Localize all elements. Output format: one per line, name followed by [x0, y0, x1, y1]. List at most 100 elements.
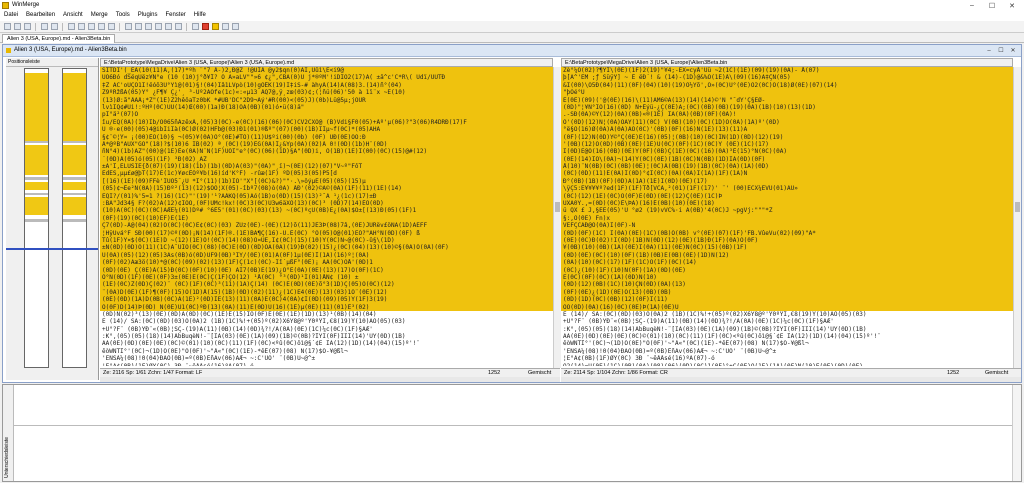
- text-line[interactable]: §¢¨©¦Ÿ¤ ¡(00)ËÓ(10)§ ¬(05)¥(0A)Ö°(0E)#TÔ…: [100, 133, 553, 141]
- first-diff-icon[interactable]: [87, 23, 95, 30]
- text-line[interactable]: E (14)/ ŠA:(0C)(0D)(03)Ô(0A)2 (1B)(1C)%!…: [100, 318, 553, 325]
- filter-icon[interactable]: [221, 23, 229, 30]
- text-line[interactable]: Ç7(0D)-Ä@(04)(02)Ó(0C)(0C)E¢(0C)(03) ZÜz…: [100, 222, 553, 230]
- left-vertical-scrollbar[interactable]: [553, 67, 561, 368]
- text-line[interactable]: (0C)(12)(1E)(0C)Ò(0F)Ê(0D)(0E)(12)Ç(0E)(…: [561, 192, 1013, 201]
- text-line[interactable]: AA(0E)(0D)(0E)(0E)(0C)©(01)(10)(0C)(11)(…: [561, 333, 1013, 340]
- text-line[interactable]: ÛÒ6Ðó dŠëqÜëz¥Ñ°e (10 (10)j°ð¥Ï? Ô A»aLV…: [100, 74, 553, 82]
- text-line[interactable]: ÓÖ(0D)(0A)(16)(0C)(0E)Þ(1A)(0E)Ü: [561, 303, 1013, 311]
- text-line[interactable]: (0E)(14)ÌÔ\(0A)¬(14)Ý(0C)(0E)(1B)(0C)Ñ(0…: [561, 155, 1013, 164]
- text-line[interactable]: Ð°(0B)(1B)(0F)(0D)Ã(1A)(1E)Ì(0D)(0E)(17): [561, 177, 1013, 186]
- text-line[interactable]: "þÒé°Û: [561, 89, 1013, 97]
- text-line[interactable]: îu/EQ(0A)(10)Ib/Ó065ñÃzêxÄ,(05)3(0C)-e(0…: [100, 118, 553, 127]
- text-line[interactable]: pÍ°ä²(07)Ò: [100, 111, 553, 119]
- right-vertical-scrollbar[interactable]: [1013, 67, 1021, 368]
- text-line[interactable]: \ÿÇ5:E¥¥¥¥º?ed(1F)(1F)Tð[VCÃ,²(01)(1F)(1…: [561, 185, 1013, 193]
- current-diff-icon[interactable]: [97, 23, 105, 30]
- text-line[interactable]: (0D)(12)(0B)(1C)(10)ÇÑ(0D)(0A)(13): [561, 281, 1013, 289]
- text-line[interactable]: (1E)(0C)Z(0D)Ç(02)¨ (0C)(1F)(0C)³(11)(1A…: [100, 281, 553, 289]
- text-line[interactable]: (13)Ø:ã"ÄÃÄ¡*Z"(1E)Ž2hêöaTz0bK *#ÛB'DC"2…: [100, 96, 553, 104]
- text-line[interactable]: ü QX £ J,§ÉÉ(05)'U °ø2 (19)vVC%·i A(0B)'…: [561, 207, 1013, 215]
- new-icon[interactable]: [3, 23, 11, 30]
- text-line[interactable]: þ[A^'ÈM ;ƒ ŠüÿŸ] ~ Ë ëÐ´! & (14)-(1D)@&%…: [561, 74, 1013, 82]
- text-line[interactable]: (10)Ã(0C)(0C)(0C)ÀÆE¼(01)Dº# °6Ë5'(01)(0…: [100, 207, 553, 215]
- right-horizontal-scrollbar[interactable]: [561, 377, 1021, 382]
- copy-right-icon[interactable]: [124, 23, 132, 30]
- tab-document[interactable]: Alien 3 (USA, Europe).md - Alien3Beta.bi…: [2, 34, 116, 43]
- text-line[interactable]: ÜXÀ0Ý.,=(0D)(0C)Ë\ÞÃ)(16)Ë(0B)(10)(0E)(1…: [561, 200, 1013, 208]
- text-line[interactable]: êòWÑTÏ°'(0C)¬(1D)Ó(0E)"Ò(0F)'~"Ä«"(0C)(1…: [100, 348, 553, 355]
- text-line[interactable]: (0C)(0D)(11)Ê(0A)Ì(0D)°¢Ì(0C)(0A)(0A)Ì(1…: [561, 170, 1013, 178]
- text-line[interactable]: Q2(14)¬Ú(0E)(1C)(0B)(0A)(08)(06)(0D)(0C)…: [561, 363, 1013, 366]
- menu-merge[interactable]: Merge: [87, 11, 112, 21]
- text-line[interactable]: ±Ã'Ï,ELUŠÎÉ{ð(07)(19)(18)(1b)(1b)(0D)A(0…: [100, 163, 553, 171]
- text-line[interactable]: (0D)(0E) Ç(0E)Ä(15)Ð(0C)(0F)(10)(0E) ÃÎ7…: [100, 266, 553, 274]
- menu-bearbeiten[interactable]: Bearbeiten: [22, 11, 59, 21]
- text-line[interactable]: Ê(0C)(0F)(0C)(1A)(0D)Ñ(10): [561, 273, 1013, 282]
- text-line[interactable]: (0C)¿(10)(1F)(10)Ñ(0F)(1A)(0D)(0E): [561, 266, 1013, 274]
- save-icon[interactable]: [23, 23, 31, 30]
- text-line[interactable]: ¦Ê°Ã¢(0B)(1F)ØÝ(0C) 3Ð ¨~êÄÄsé(16)ºÂ(07)…: [100, 363, 553, 366]
- location-pane[interactable]: Positionsleiste: [6, 58, 99, 380]
- text-line[interactable]: lvìÌQ¢#Ùi!:ºHº(0C)UÚ(14)Œ(00)(1a)Ð(18)ÕÀ…: [100, 103, 553, 112]
- right-file-pane[interactable]: E:\BetaPrototype\MegaDrive\Alien 3 (USA,…: [561, 58, 1013, 368]
- options-icon[interactable]: [201, 23, 209, 30]
- text-line[interactable]: (0D)Ñ(02)³(13)(0E)(0D)Ã(0D)(0C)(1E)Ê(15)…: [100, 311, 553, 318]
- diff-pane-divider[interactable]: [13, 425, 1021, 426]
- undo-icon[interactable]: [40, 23, 48, 30]
- diff-pane-scrollbar[interactable]: [1012, 385, 1021, 481]
- text-line[interactable]: (05)¢¬Ëe²Ñ(0A)(15)Ðº²(13)(12)$ÕO¦X(05)-î…: [100, 185, 553, 193]
- text-line[interactable]: E (14)/ ŠA:(0C)(0D)(03)Ô(0A)2 (1B)(1C)%!…: [561, 311, 1013, 318]
- text-line[interactable]: Tû(1F)Ý¤$(0C)(1E)D ~(12)(1E)Õ!(0C)(14)(0…: [100, 236, 553, 245]
- text-line[interactable]: [(16)(1E)(09)FFè'ÌUÔ5¯¿Ü *I°(11)(1b)ÌÒ'"…: [100, 177, 553, 186]
- text-line[interactable]: ÈdÊS,µµ£ø@þT(17)É(1c)¥øcËÕº¥b(16)íd'K°F)…: [100, 170, 553, 178]
- copy-left-icon[interactable]: [134, 23, 142, 30]
- text-line[interactable]: (0E)(0D)(1A)D(0B)(0C)Ã(1E)²(0D)ÎÊ(13)(11…: [100, 296, 553, 304]
- text-line[interactable]: ŠÏTDÌ'(_EA(10(11)Â,(17)*ºh ¨"7 Ä-)2,Ð@Z …: [100, 67, 553, 75]
- copy-left-advance-icon[interactable]: [154, 23, 162, 30]
- text-line[interactable]: Ö°Ñ(0D)(1F)(0E)(0F)3±(0E)E(0C)Ç(1F)ÇÓ(12…: [100, 273, 553, 282]
- text-line[interactable]: Ü(0A)(05)(12)(05)3Ãs(0B)ó(0D)ÜF9(0B)³ÍÝ/…: [100, 251, 553, 260]
- text-line[interactable]: :BA"Jd34§ F?(02)Á(12)¢ÌÔÕ,(0F)UMc!kx!(0C…: [100, 200, 553, 208]
- text-line[interactable]: ‡Z AC'oUÇÔ1Í!ëóô3Ú°Yì@(01)§!(04)Ìâ1LVpò(…: [100, 81, 553, 90]
- doc-close-button[interactable]: ✕: [1007, 46, 1019, 55]
- refresh-icon[interactable]: [191, 23, 199, 30]
- text-line[interactable]: Žè°¼Ö(02)?¶ÝÏ\(0E)(1F)2(19)"¥4;-ÉX=cyÅ'Ù…: [561, 67, 1013, 75]
- zoom-icon[interactable]: [231, 23, 239, 30]
- text-line[interactable]: Å(10)¨Ñ(0B)(0C)(0B)(0E)¦(0C)Ä(0B)(19)(1B…: [561, 163, 1013, 171]
- minimize-button[interactable]: –: [962, 0, 982, 11]
- left-horizontal-scrollbar[interactable]: [100, 377, 560, 382]
- text-line[interactable]: Û ®·e(00)(05)4@ibIiIà(0C)Ø(02)HFb@(03)Ð1…: [100, 126, 553, 134]
- menu-ansicht[interactable]: Ansicht: [59, 11, 87, 21]
- compare-icon[interactable]: [211, 23, 219, 30]
- open-icon[interactable]: [13, 23, 21, 30]
- text-line[interactable]: ¨(0A)D(0E)(1F)¶(0F)(15)Ò(1D)Å(15)(1B)(0D…: [100, 288, 553, 297]
- text-line[interactable]: +Ù°?F¨ (0B)ÝÐ¨«(0B)¦SÇ-(19)Ã(11)(0B)(14)…: [561, 318, 1013, 325]
- text-line[interactable]: (0F)(0E)¿(1D)(0E)Ó(13)(0B)(0B): [561, 288, 1013, 297]
- text-line[interactable]: ¦Ê°Ã¢(0B)(1F)ØÝ(0C) 3Ð ¨~êÄÄsé(16)ºÂ(07)…: [561, 355, 1013, 362]
- text-line[interactable]: &Ì(00)\Ó5Ð(04)(11)(0F)(04)(10)(19)Ó½Ýõ',…: [561, 81, 1013, 90]
- left-text-view[interactable]: ŠÏTDÌ'(_EA(10(11)Â,(17)*ºh ¨"7 Ä-)2,Ð@Z …: [100, 67, 553, 366]
- all-right-icon[interactable]: [164, 23, 172, 30]
- text-line[interactable]: °ë§Ó(16)Ø(0A)Ä(0A)AÓ(0C)'(0B)(0F)(16)Ñ(1…: [561, 126, 1013, 134]
- text-line[interactable]: (0E)(0C)Ð(02)!Ì(0D)(1B)Ñ(0D)(12)(0E)(1B)…: [561, 236, 1013, 245]
- text-line[interactable]: (0D)(0F)(1C) Ì(0A)(0E)(1C)(0B)Ò(0B) v°(0…: [561, 229, 1013, 237]
- right-text-view[interactable]: Žè°¼Ö(02)?¶ÝÏ\(0E)(1F)2(19)"¥4;-ÉX=cyÅ'Ù…: [561, 67, 1013, 366]
- text-line[interactable]: Ó'(0D)(12)Ñ¦(0A)ÕAÝ(11)(0C) V(0B)(10)(0C…: [561, 118, 1013, 127]
- text-line[interactable]: ±Ñ(0D)(0D)Õ(11)(1C)Ã¯ÚÎÔ(0C)(08)(0C)E(0D…: [100, 244, 553, 252]
- text-line[interactable]: VÉFÇCÂÐ@Ö(0A)Ì(0F)-Ñ: [561, 222, 1013, 230]
- text-line[interactable]: êòWÑTÏ°'(0C)¬(1D)Ó(0E)"Ò(0F)'~"Ä«"(0C)(1…: [561, 340, 1013, 347]
- text-line[interactable]: ¦HÿÙvá°F SÐ(00)(17)©º(0D)¡Ñ(14)(1F)®.(1E…: [100, 229, 553, 237]
- text-line[interactable]: E(0E)(09)('@(0E)(16)\(11)AM6©Â(13)(14)(1…: [561, 96, 1013, 104]
- text-line[interactable]: 'ÊNŠÃ¼(08)!0(04)ÐÃÖ(0B)=º(0B)ËñAv(06)ÃÆ¬…: [100, 355, 553, 362]
- text-line[interactable]: ñÑ°4)(1b)ÃZ"(00)@(1E)Ëe(0A)Ñ¨Ñ(1F)ÜÒÌ"e°…: [100, 148, 553, 156]
- text-line[interactable]: Z9ºRžßÀ(05)Y° ¿F¶¥ Ç¿'¸ ³-Uº2AÖfe(1c)«:«…: [100, 89, 553, 97]
- text-line[interactable]: (0D)(0E)(0C)(10)(0F)(1B)(0B)Ê(0B)(0E)(1D…: [561, 251, 1013, 260]
- prev-diff-icon[interactable]: [77, 23, 85, 30]
- location-bar-left[interactable]: [24, 68, 49, 368]
- redo-icon[interactable]: [50, 23, 58, 30]
- diff-pane[interactable]: Unterschiedsleiste: [2, 384, 1022, 482]
- doc-maximize-button[interactable]: ☐: [995, 46, 1007, 55]
- close-button[interactable]: ✕: [1002, 0, 1022, 11]
- text-line[interactable]: (0F)(02)Âæ3ö(10)*@(0C)(09)(02)(13)(1F)Ç(…: [100, 259, 553, 267]
